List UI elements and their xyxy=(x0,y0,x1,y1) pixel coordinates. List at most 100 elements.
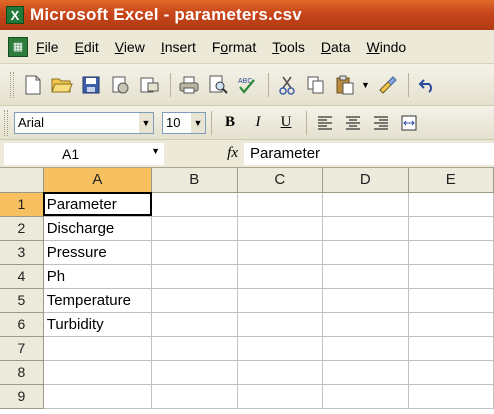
cell-c7[interactable] xyxy=(237,336,323,361)
cell-b4[interactable] xyxy=(151,264,238,289)
cell-b8[interactable] xyxy=(151,360,238,385)
cell-d9[interactable] xyxy=(322,384,409,409)
cell-d5[interactable] xyxy=(322,288,409,313)
paste-icon[interactable] xyxy=(332,72,358,98)
cell-c1[interactable] xyxy=(237,192,323,217)
cell-e2[interactable] xyxy=(408,216,494,241)
align-left-icon[interactable] xyxy=(312,111,338,135)
cell-a3[interactable]: Pressure xyxy=(43,240,153,265)
menu-format[interactable]: Format xyxy=(212,39,256,55)
cell-d7[interactable] xyxy=(322,336,409,361)
menu-window[interactable]: Windo xyxy=(366,39,406,55)
cell-e7[interactable] xyxy=(408,336,494,361)
open-icon[interactable] xyxy=(49,72,75,98)
cell-e8[interactable] xyxy=(408,360,494,385)
column-header-c[interactable]: C xyxy=(237,168,323,193)
cell-c9[interactable] xyxy=(237,384,323,409)
menu-file[interactable]: File xyxy=(36,39,59,55)
cell-a6[interactable]: Turbidity xyxy=(43,312,153,337)
menu-data[interactable]: Data xyxy=(321,39,351,55)
cell-c5[interactable] xyxy=(237,288,323,313)
cell-a8[interactable] xyxy=(43,360,153,385)
cell-d3[interactable] xyxy=(322,240,409,265)
cell-b3[interactable] xyxy=(151,240,238,265)
email-icon[interactable] xyxy=(136,72,162,98)
row-header[interactable]: 1 xyxy=(0,192,44,217)
column-header-d[interactable]: D xyxy=(322,168,409,193)
save-icon[interactable] xyxy=(78,72,104,98)
menu-insert[interactable]: Insert xyxy=(161,39,196,55)
cell-a7[interactable] xyxy=(43,336,153,361)
bold-button[interactable]: B xyxy=(217,111,243,135)
print-preview-icon[interactable] xyxy=(205,72,231,98)
font-size-dropdown[interactable]: 10 ▼ xyxy=(162,111,206,134)
title-bar[interactable]: X Microsoft Excel - parameters.csv xyxy=(0,0,494,30)
chevron-down-icon[interactable]: ▼ xyxy=(139,112,153,133)
cell-c3[interactable] xyxy=(237,240,323,265)
column-header-e[interactable]: E xyxy=(408,168,494,193)
row-header[interactable]: 8 xyxy=(0,360,44,385)
menu-edit[interactable]: Edit xyxy=(75,39,99,55)
cell-e5[interactable] xyxy=(408,288,494,313)
cell-d2[interactable] xyxy=(322,216,409,241)
cell-b7[interactable] xyxy=(151,336,238,361)
cell-e1[interactable] xyxy=(408,192,494,217)
row-header[interactable]: 3 xyxy=(0,240,44,265)
row-header[interactable]: 2 xyxy=(0,216,44,241)
row-header[interactable]: 6 xyxy=(0,312,44,337)
cell-c4[interactable] xyxy=(237,264,323,289)
undo-icon[interactable] xyxy=(414,72,440,98)
name-box[interactable]: A1 ▼ xyxy=(4,142,164,165)
cell-d4[interactable] xyxy=(322,264,409,289)
cell-d1[interactable] xyxy=(322,192,409,217)
row-header[interactable]: 7 xyxy=(0,336,44,361)
cell-d8[interactable] xyxy=(322,360,409,385)
chevron-down-icon[interactable]: ▼ xyxy=(191,112,205,133)
cell-c2[interactable] xyxy=(237,216,323,241)
italic-button[interactable]: I xyxy=(245,111,271,135)
cell-e9[interactable] xyxy=(408,384,494,409)
row-header[interactable]: 4 xyxy=(0,264,44,289)
cell-b9[interactable] xyxy=(151,384,238,409)
column-header-b[interactable]: B xyxy=(151,168,238,193)
cell-a5[interactable]: Temperature xyxy=(43,288,153,313)
row-header[interactable]: 5 xyxy=(0,288,44,313)
cell-a4[interactable]: Ph xyxy=(43,264,153,289)
print-icon[interactable] xyxy=(176,72,202,98)
toolbar-grip[interactable] xyxy=(10,71,14,98)
new-icon[interactable] xyxy=(20,72,46,98)
format-painter-icon[interactable] xyxy=(374,72,400,98)
align-center-icon[interactable] xyxy=(340,111,366,135)
cell-a2[interactable]: Discharge xyxy=(43,216,153,241)
spelling-icon[interactable]: ABC xyxy=(234,72,260,98)
menu-view[interactable]: View xyxy=(115,39,145,55)
chevron-down-icon[interactable]: ▼ xyxy=(151,146,160,156)
cell-d6[interactable] xyxy=(322,312,409,337)
cell-e4[interactable] xyxy=(408,264,494,289)
cell-a1[interactable]: Parameter xyxy=(43,192,153,217)
font-name-dropdown[interactable]: Arial ▼ xyxy=(14,111,154,134)
paste-dropdown-icon[interactable]: ▼ xyxy=(361,80,370,90)
row-header[interactable]: 9 xyxy=(0,384,44,409)
cell-e6[interactable] xyxy=(408,312,494,337)
excel-app-icon[interactable]: X xyxy=(6,6,24,24)
workbook-icon[interactable]: ▦ xyxy=(8,36,28,57)
cell-b5[interactable] xyxy=(151,288,238,313)
cell-c8[interactable] xyxy=(237,360,323,385)
merge-center-icon[interactable] xyxy=(396,111,422,135)
column-header-a[interactable]: A xyxy=(43,168,153,193)
menu-tools[interactable]: Tools xyxy=(272,39,305,55)
cell-c6[interactable] xyxy=(237,312,323,337)
copy-icon[interactable] xyxy=(303,72,329,98)
cut-icon[interactable] xyxy=(274,72,300,98)
underline-button[interactable]: U xyxy=(273,111,299,135)
cell-b2[interactable] xyxy=(151,216,238,241)
insert-function-icon[interactable]: fx xyxy=(164,145,244,162)
cell-a9[interactable] xyxy=(43,384,153,409)
select-all-corner[interactable] xyxy=(0,168,44,193)
align-right-icon[interactable] xyxy=(368,111,394,135)
cell-b1[interactable] xyxy=(151,192,238,217)
permission-icon[interactable] xyxy=(107,72,133,98)
toolbar-grip[interactable] xyxy=(4,109,8,136)
cell-e3[interactable] xyxy=(408,240,494,265)
